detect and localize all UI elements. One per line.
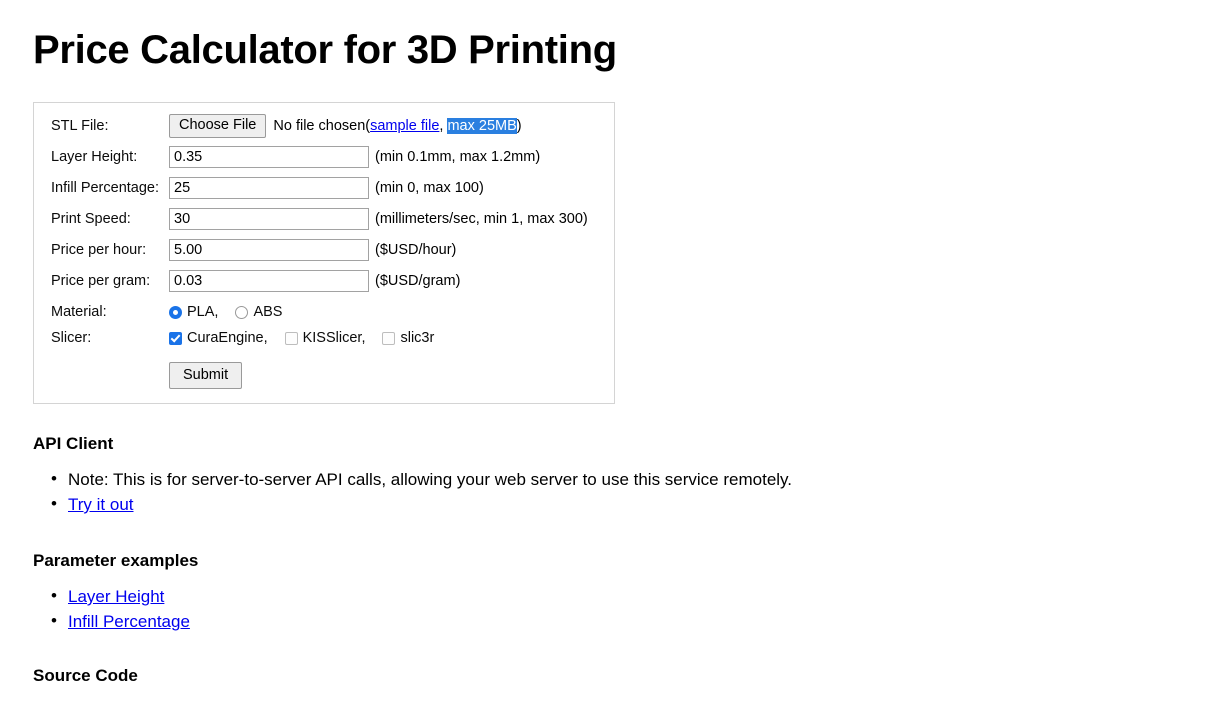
material-option-pla-label: PLA, [187, 304, 219, 320]
checkbox-slic3r-icon[interactable] [382, 331, 396, 345]
price-calculator-form: STL File: Choose File No file chosen(sam… [33, 102, 615, 404]
material-option-abs-label: ABS [253, 304, 283, 320]
slicer-option-slic3r[interactable]: slic3r [382, 329, 434, 347]
infill-percentage-input[interactable] [169, 177, 369, 199]
layer-height-label: Layer Height: [51, 149, 138, 165]
price-per-gram-label: Price per gram: [51, 273, 151, 289]
form-row-print-speed: Print Speed: (millimeters/sec, min 1, ma… [34, 207, 614, 231]
print-speed-control: (millimeters/sec, min 1, max 300) [169, 208, 588, 230]
list-item: Layer Height [51, 584, 1209, 608]
checkbox-curaengine-icon[interactable] [169, 331, 182, 345]
infill-percentage-hint: (min 0, max 100) [375, 180, 484, 196]
price-per-hour-label: Price per hour: [51, 242, 147, 258]
stl-file-label: STL File: [51, 118, 109, 134]
material-option-abs[interactable]: ABS [235, 303, 282, 321]
try-it-out-link[interactable]: Try it out [68, 495, 134, 514]
api-client-note-text: Note: This is for server-to-server API c… [68, 470, 793, 489]
price-per-hour-input[interactable] [169, 239, 369, 261]
form-row-stl-file: STL File: Choose File No file chosen(sam… [34, 114, 614, 138]
price-per-hour-hint: ($USD/hour) [375, 242, 457, 258]
price-per-gram-control: ($USD/gram) [169, 270, 460, 292]
form-row-submit: Submit [34, 362, 614, 389]
submit-button[interactable]: Submit [169, 362, 243, 389]
slicer-option-curaengine-label: CuraEngine, [187, 330, 268, 346]
file-status-text: No file chosen(sample file, max 25MB) [273, 118, 522, 134]
source-code-heading: Source Code [33, 666, 138, 685]
layer-height-input[interactable] [169, 146, 369, 168]
form-row-slicer: Slicer: CuraEngine, KISSlicer, slic3r [34, 326, 614, 350]
price-per-gram-hint: ($USD/gram) [375, 273, 461, 289]
slicer-option-slic3r-label: slic3r [400, 330, 435, 346]
api-client-heading: API Client [33, 434, 114, 453]
print-speed-hint: (millimeters/sec, min 1, max 300) [375, 211, 588, 227]
material-option-pla[interactable]: PLA, [169, 303, 218, 321]
checkbox-kisslicer-icon[interactable] [284, 331, 298, 345]
list-item: Infill Percentage [51, 609, 1209, 633]
max-size-selected-text: max 25MB [447, 118, 517, 134]
list-item: Try it out [51, 492, 1209, 516]
price-per-gram-input[interactable] [169, 270, 369, 292]
print-speed-input[interactable] [169, 208, 369, 230]
api-client-list: Note: This is for server-to-server API c… [33, 467, 1209, 516]
layer-height-link[interactable]: Layer Height [68, 587, 164, 606]
radio-abs-icon[interactable] [235, 305, 249, 319]
file-status-prefix: No file chosen( [273, 118, 371, 134]
form-row-layer-height: Layer Height: (min 0.1mm, max 1.2mm) [34, 145, 614, 169]
list-item: Note: This is for server-to-server API c… [51, 467, 1209, 491]
material-label: Material: [51, 304, 107, 320]
sample-file-link[interactable]: sample file [370, 118, 439, 134]
page-title: Price Calculator for 3D Printing [33, 28, 617, 72]
material-options: PLA, ABS [169, 303, 287, 321]
form-row-price-per-gram: Price per gram: ($USD/gram) [34, 269, 614, 293]
layer-height-control: (min 0.1mm, max 1.2mm) [169, 146, 540, 168]
slicer-option-kisslicer[interactable]: KISSlicer, [284, 329, 366, 347]
form-row-price-per-hour: Price per hour: ($USD/hour) [34, 238, 614, 262]
print-speed-label: Print Speed: [51, 211, 131, 227]
radio-pla-icon[interactable] [169, 305, 182, 319]
infill-percentage-label: Infill Percentage: [51, 180, 160, 196]
page-root: Price Calculator for 3D Printing STL Fil… [0, 0, 1209, 686]
layer-height-hint: (min 0.1mm, max 1.2mm) [375, 149, 541, 165]
stl-file-control: Choose File No file chosen(sample file, … [169, 114, 522, 138]
form-row-infill-percentage: Infill Percentage: (min 0, max 100) [34, 176, 614, 200]
slicer-options: CuraEngine, KISSlicer, slic3r [169, 329, 439, 347]
file-status-suffix: ) [516, 118, 522, 134]
slicer-label: Slicer: [51, 330, 92, 346]
infill-percentage-control: (min 0, max 100) [169, 177, 484, 199]
infill-percentage-link[interactable]: Infill Percentage [68, 612, 190, 631]
parameter-examples-heading: Parameter examples [33, 551, 199, 570]
parameter-examples-list: Layer Height Infill Percentage [33, 584, 1209, 633]
slicer-option-curaengine[interactable]: CuraEngine, [169, 329, 268, 347]
price-per-hour-control: ($USD/hour) [169, 239, 456, 261]
choose-file-button[interactable]: Choose File [169, 114, 267, 138]
slicer-option-kisslicer-label: KISSlicer, [302, 330, 366, 346]
form-row-material: Material: PLA, ABS [34, 300, 614, 324]
